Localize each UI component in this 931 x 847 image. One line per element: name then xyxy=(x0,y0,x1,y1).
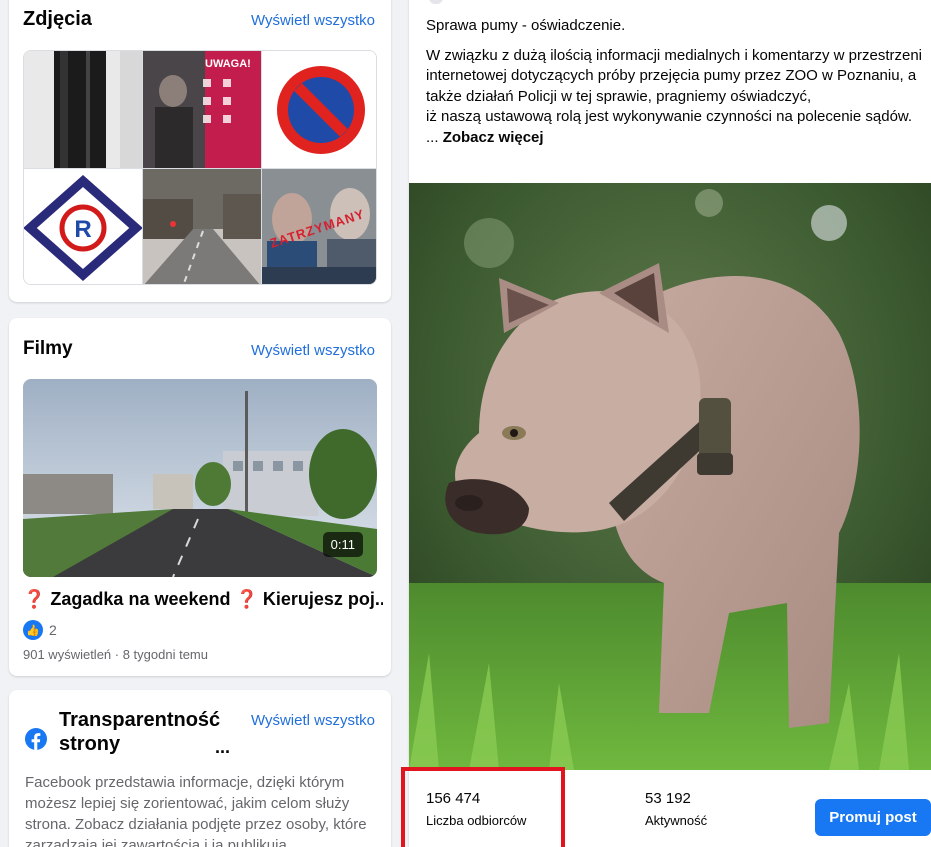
photo-grid: UWAGA! R ZATRZYMANY xyxy=(23,50,377,285)
post-paragraph: iż naszą ustawową rolą jest wykonywanie … xyxy=(426,107,926,148)
videos-see-all-link[interactable]: Wyświetl wszystko xyxy=(251,342,375,359)
transparency-card: Transparentność strony ... Wyświetl wszy… xyxy=(9,690,391,847)
video-thumbnail[interactable]: 0:11 xyxy=(23,379,377,577)
promote-post-button[interactable]: Promuj post xyxy=(815,799,931,836)
transparency-title: Transparentność strony xyxy=(59,709,221,755)
photo-thumbnail[interactable]: UWAGA! xyxy=(143,51,261,168)
photos-see-all-link[interactable]: Wyświetl wszystko xyxy=(251,12,375,29)
photo-thumbnail[interactable] xyxy=(143,169,261,284)
engagement-label: Aktywność xyxy=(645,813,708,828)
post-heading: Sprawa pumy - oświadczenie. xyxy=(426,17,626,34)
post-paragraph: W związku z dużą ilością informacji medi… xyxy=(426,46,922,105)
transparency-see-all-link[interactable]: Wyświetl wszystko xyxy=(251,712,375,729)
see-more-link[interactable]: Zobacz więcej xyxy=(443,129,544,146)
post-image[interactable] xyxy=(409,183,931,770)
like-icon: 👍 xyxy=(23,620,43,640)
avatar[interactable] xyxy=(429,0,443,4)
road-police-sign-icon: R xyxy=(24,169,142,284)
facebook-logo-icon xyxy=(25,728,47,750)
photos-card: Zdjęcia Wyświetl wszystko UWAGA! R ZATRZ… xyxy=(9,0,391,302)
photo-thumbnail[interactable]: R xyxy=(24,169,142,284)
video-title[interactable]: ❓ Zagadka na weekend ❓ Kierujesz poj... xyxy=(23,589,383,610)
no-parking-sign-icon xyxy=(262,51,376,168)
warning-poster-header: UWAGA! xyxy=(205,58,251,70)
videos-title: Filmy xyxy=(23,338,73,359)
engagement-value: 53 192 xyxy=(645,790,691,807)
photo-thumbnail[interactable] xyxy=(262,51,376,168)
highlight-annotation-box xyxy=(401,767,565,847)
like-count: 2 xyxy=(49,622,57,638)
photo-thumbnail[interactable]: ZATRZYMANY xyxy=(262,169,376,284)
video-duration-badge: 0:11 xyxy=(322,532,363,557)
video-meta: 901 wyświetleń · 8 tygodni temu xyxy=(23,647,208,662)
post-text: Sprawa pumy - oświadczenie. W związku z … xyxy=(426,16,926,152)
photos-title: Zdjęcia xyxy=(23,8,92,30)
videos-card: Filmy Wyświetl wszystko 0:11 ❓ Zagadka n… xyxy=(9,318,391,676)
photo-thumbnail[interactable] xyxy=(24,51,142,168)
transparency-description: Facebook przedstawia informacje, dzięki … xyxy=(25,774,367,847)
post-card: Sprawa pumy - oświadczenie. W związku z … xyxy=(409,0,931,847)
transparency-ellipsis: ... xyxy=(215,737,231,757)
svg-text:R: R xyxy=(74,216,91,243)
